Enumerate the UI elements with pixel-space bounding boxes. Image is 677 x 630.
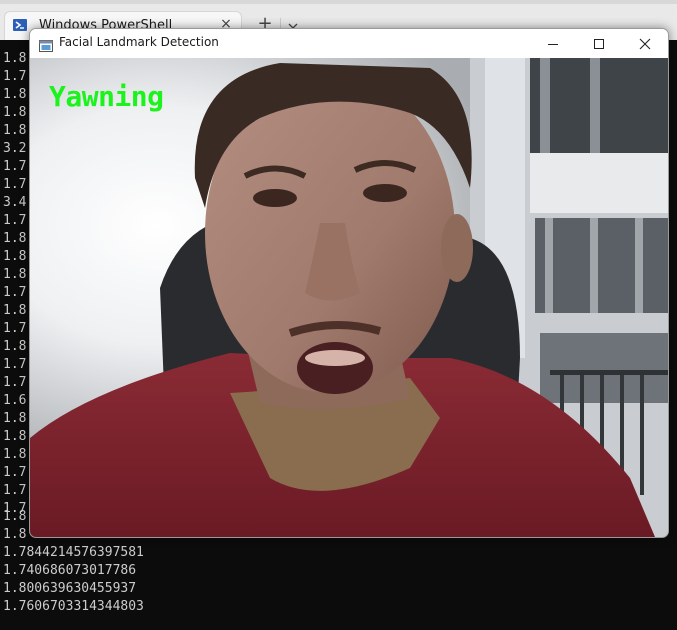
console-line: 1.8: [3, 267, 27, 282]
console-line: 1.8: [3, 429, 27, 444]
console-line: 1.8: [3, 123, 27, 138]
window-title: Facial Landmark Detection: [59, 35, 219, 49]
console-line: 1.7: [3, 177, 27, 192]
console-line: 1.7606703314344803: [3, 599, 144, 614]
close-button[interactable]: [622, 29, 668, 58]
console-line: 1.8: [3, 51, 27, 66]
console-line: 1.7: [3, 357, 27, 372]
minimize-icon: [548, 44, 558, 45]
console-line: 3.2: [3, 141, 27, 156]
console-line: 1.8: [3, 527, 27, 542]
console-line: 1.8: [3, 87, 27, 102]
console-line: 1.8: [3, 105, 27, 120]
console-line: 1.8: [3, 339, 27, 354]
console-line: 1.7: [3, 483, 27, 498]
console-line: 1.7: [3, 69, 27, 84]
console-line: 3.4: [3, 195, 27, 210]
console-line: 1.8: [3, 303, 27, 318]
console-line: 1.8: [3, 411, 27, 426]
yawning-status-label: Yawning: [49, 80, 164, 113]
webcam-frame: Yawning: [30, 58, 668, 537]
app-window-icon: [39, 37, 53, 52]
title-bar[interactable]: Facial Landmark Detection: [30, 29, 668, 58]
console-line: 1.7: [3, 375, 27, 390]
close-icon: [639, 38, 651, 50]
console-line: 1.7: [3, 159, 27, 174]
maximize-icon: [594, 39, 604, 49]
console-line: 1.6: [3, 393, 27, 408]
console-line: 1.7: [3, 321, 27, 336]
maximize-button[interactable]: [576, 29, 622, 58]
tab-strip-edge: [0, 0, 677, 4]
console-line: 1.7844214576397581: [3, 545, 144, 560]
console-line: 1.8: [3, 249, 27, 264]
console-line: 1.800639630455937: [3, 581, 137, 596]
facial-landmark-window: Facial Landmark Detection Yawning: [29, 28, 669, 538]
webcam-image: [30, 58, 668, 537]
console-line: 1.8: [3, 509, 27, 524]
console-line: 1.8: [3, 231, 27, 246]
console-line: 1.740686073017786: [3, 563, 137, 578]
console-line: 1.7: [3, 465, 27, 480]
console-line: 1.7: [3, 213, 27, 228]
console-line: 1.7: [3, 285, 27, 300]
minimize-button[interactable]: [530, 29, 576, 58]
console-line: 1.8: [3, 447, 27, 462]
powershell-icon: [13, 19, 27, 31]
